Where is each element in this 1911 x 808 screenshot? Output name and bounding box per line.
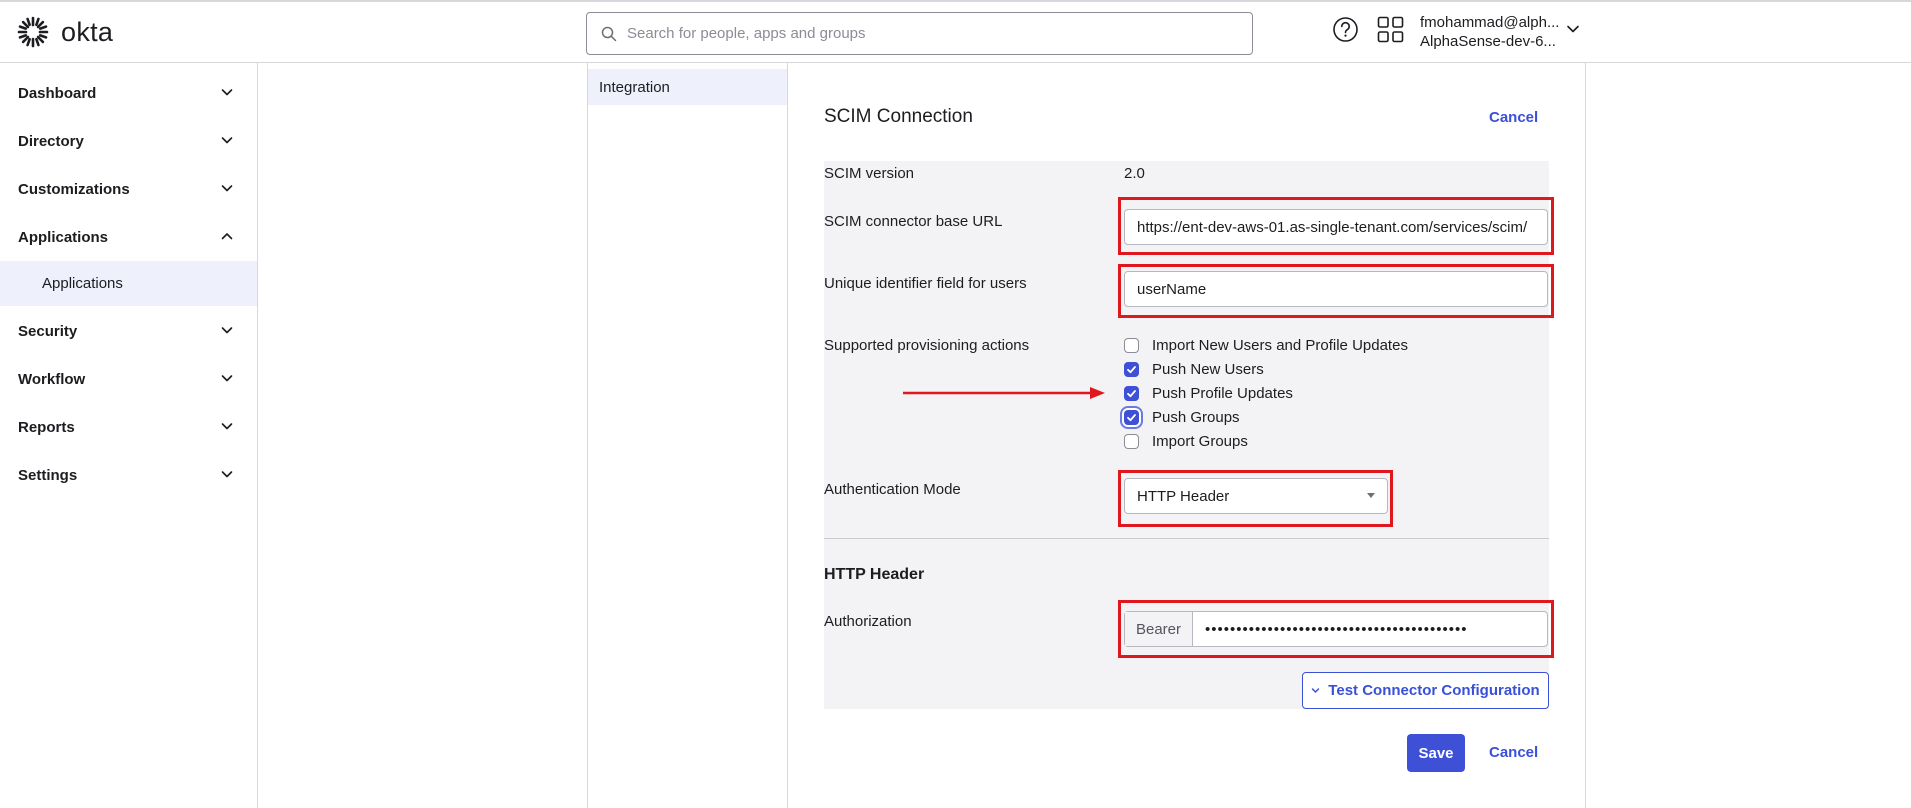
chevron-down-icon xyxy=(221,185,233,192)
page-title: SCIM Connection xyxy=(824,106,973,127)
save-button[interactable]: Save xyxy=(1407,734,1465,772)
user-email: fmohammad@alph... xyxy=(1420,14,1560,31)
cancel-link-bottom[interactable]: Cancel xyxy=(1489,744,1538,761)
chevron-down-icon xyxy=(221,375,233,382)
unique-id-label: Unique identifier field for users xyxy=(824,275,1027,292)
okta-logo[interactable]: okta xyxy=(17,16,113,48)
chevron-down-icon xyxy=(1312,688,1320,693)
provisioning-actions-label: Supported provisioning actions xyxy=(824,337,1030,354)
checkbox-import-groups[interactable]: Import Groups xyxy=(1124,433,1248,450)
top-bar: okta fmohammad@alph... AlphaSense-dev-6.… xyxy=(0,0,1911,63)
sidebar-item-directory[interactable]: Directory xyxy=(0,118,257,164)
authorization-field: Bearer xyxy=(1124,611,1548,647)
base-url-input[interactable] xyxy=(1124,209,1548,245)
auth-mode-select[interactable]: HTTP Header xyxy=(1124,478,1388,514)
checkmark-icon xyxy=(1127,414,1136,422)
logo-text: okta xyxy=(61,16,114,47)
cancel-link-top[interactable]: Cancel xyxy=(1489,109,1538,126)
red-arrow-annotation xyxy=(903,387,1105,399)
bearer-prefix: Bearer xyxy=(1125,612,1193,646)
chevron-down-icon xyxy=(221,471,233,478)
column-divider xyxy=(787,63,788,808)
checkbox-unchecked[interactable] xyxy=(1124,338,1139,353)
dropdown-caret-icon xyxy=(1367,493,1375,498)
sidebar-item-settings[interactable]: Settings xyxy=(0,452,257,498)
checkbox-push-groups[interactable]: Push Groups xyxy=(1124,409,1240,426)
user-org: AlphaSense-dev-6... xyxy=(1420,33,1556,50)
http-header-title: HTTP Header xyxy=(824,566,925,583)
test-connector-button[interactable]: Test Connector Configuration xyxy=(1302,672,1549,709)
checkbox-checked[interactable] xyxy=(1124,362,1139,377)
authorization-label: Authorization xyxy=(824,613,912,630)
sidebar-item-workflow[interactable]: Workflow xyxy=(0,356,257,402)
sidebar-item-customizations[interactable]: Customizations xyxy=(0,166,257,212)
sidebar-item-security[interactable]: Security xyxy=(0,308,257,354)
app-switcher-icon[interactable] xyxy=(1377,16,1404,43)
column-divider xyxy=(1585,63,1586,808)
checkbox-checked[interactable] xyxy=(1124,410,1139,425)
sidebar-item-applications[interactable]: Applications xyxy=(0,214,257,260)
chevron-down-icon xyxy=(221,327,233,334)
checkbox-push-profile-updates[interactable]: Push Profile Updates xyxy=(1124,385,1293,402)
help-icon[interactable] xyxy=(1332,16,1359,43)
chevron-down-icon xyxy=(221,137,233,144)
unique-id-input[interactable] xyxy=(1124,271,1548,307)
checkbox-import-users[interactable]: Import New Users and Profile Updates xyxy=(1124,337,1408,354)
tab-integration[interactable]: Integration xyxy=(588,69,787,105)
checkbox-unchecked[interactable] xyxy=(1124,434,1139,449)
auth-mode-label: Authentication Mode xyxy=(824,481,961,498)
chevron-down-icon xyxy=(221,89,233,96)
chevron-up-icon xyxy=(221,233,233,240)
column-divider xyxy=(587,63,588,808)
search-input[interactable] xyxy=(627,25,1227,42)
section-divider xyxy=(824,538,1549,539)
scim-version-value: 2.0 xyxy=(1124,165,1145,182)
sidebar-item-dashboard[interactable]: Dashboard xyxy=(0,70,257,116)
global-search[interactable] xyxy=(586,12,1253,55)
checkbox-checked[interactable] xyxy=(1124,386,1139,401)
chevron-down-icon[interactable] xyxy=(1566,22,1580,36)
checkbox-push-new-users[interactable]: Push New Users xyxy=(1124,361,1264,378)
chevron-down-icon xyxy=(221,423,233,430)
base-url-label: SCIM connector base URL xyxy=(824,213,1003,230)
okta-sunburst-icon xyxy=(17,16,49,48)
checkmark-icon xyxy=(1127,366,1136,374)
sidebar-item-reports[interactable]: Reports xyxy=(0,404,257,450)
scim-version-label: SCIM version xyxy=(824,165,915,182)
user-menu[interactable]: fmohammad@alph... AlphaSense-dev-6... xyxy=(1420,13,1559,51)
sidebar: Dashboard Directory Customizations Appli… xyxy=(0,63,258,808)
authorization-token-input[interactable] xyxy=(1193,612,1547,646)
checkmark-icon xyxy=(1127,390,1136,398)
search-icon xyxy=(601,26,617,41)
sidebar-subitem-applications[interactable]: Applications xyxy=(0,261,257,306)
